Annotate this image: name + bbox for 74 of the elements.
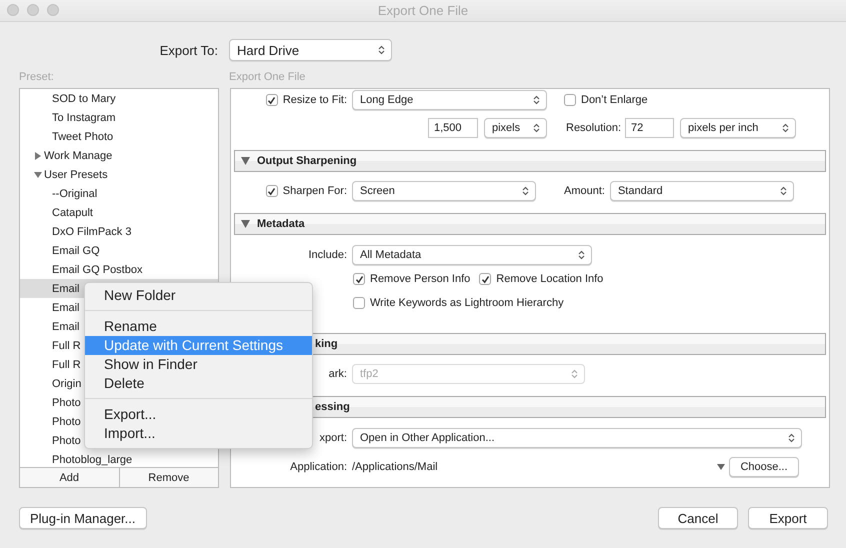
field-label: Amount: xyxy=(564,185,605,197)
chevron-updown-icon xyxy=(782,123,790,133)
dropdown-triangle-icon xyxy=(717,464,725,470)
field-label: Resolution: xyxy=(566,122,622,134)
dropdown[interactable]: Standard xyxy=(610,181,794,201)
preset-item[interactable]: Email GQ xyxy=(20,241,218,260)
menu-item[interactable]: Import... xyxy=(85,424,312,443)
choose-button[interactable]: Choose... xyxy=(729,457,799,477)
preset-item[interactable]: Photoblog_large xyxy=(20,450,218,467)
plugin-manager-button[interactable]: Plug-in Manager... xyxy=(19,507,147,529)
checkbox-label: Remove Location Info xyxy=(496,273,604,285)
menu-item[interactable]: Delete xyxy=(85,374,312,393)
chevron-updown-icon xyxy=(378,45,385,55)
checkbox-label: Remove Person Info xyxy=(370,273,470,285)
checkbox[interactable] xyxy=(353,273,365,285)
field-label: Application: xyxy=(290,461,347,473)
section-header[interactable]: Output Sharpening xyxy=(234,150,826,172)
menu-item[interactable]: Show in Finder xyxy=(85,355,312,374)
field-label: ark: xyxy=(328,368,347,380)
section-header[interactable]: Metadata xyxy=(234,213,826,235)
checkbox[interactable] xyxy=(479,273,492,285)
preset-item[interactable]: DxO FilmPack 3 xyxy=(20,222,218,241)
path-text: /Applications/Mail xyxy=(352,461,439,473)
preset-item[interactable]: To Instagram xyxy=(20,108,218,127)
preset-item[interactable]: Tweet Photo xyxy=(20,127,218,146)
checkbox[interactable] xyxy=(266,185,278,197)
chevron-updown-icon xyxy=(533,123,540,133)
disclosure-triangle-icon xyxy=(241,220,250,228)
dropdown[interactable]: Hard Drive xyxy=(229,39,392,61)
chevron-updown-icon xyxy=(522,186,529,196)
checkbox-label: Resize to Fit: xyxy=(282,94,347,106)
checkbox[interactable] xyxy=(266,94,278,106)
preset-item[interactable]: User Presets xyxy=(20,165,218,184)
dropdown[interactable]: Screen xyxy=(352,181,536,201)
preset-item[interactable]: --Original xyxy=(20,184,218,203)
input-field[interactable]: 72 xyxy=(625,118,674,138)
disclosure-triangle-icon xyxy=(34,152,42,160)
dropdown[interactable]: pixels xyxy=(484,118,547,138)
dropdown[interactable]: All Metadata xyxy=(352,245,592,265)
checkbox-label: Write Keywords as Lightroom Hierarchy xyxy=(370,297,564,309)
cancel-button[interactable]: Cancel xyxy=(658,507,738,529)
list-button[interactable]: Add xyxy=(20,468,118,487)
preset-item[interactable]: SOD to Mary xyxy=(20,89,218,108)
menu-item[interactable]: Rename xyxy=(85,317,312,336)
chevron-updown-icon xyxy=(780,186,787,196)
checkbox[interactable] xyxy=(353,297,365,309)
chevron-updown-icon xyxy=(578,250,585,260)
dropdown[interactable]: Long Edge xyxy=(352,90,547,110)
export-to-label: Export To: xyxy=(158,42,219,58)
menu-item[interactable]: New Folder xyxy=(85,286,312,305)
window-control[interactable] xyxy=(27,4,39,16)
field-label: Include: xyxy=(308,249,347,261)
disclosure-triangle-icon xyxy=(241,157,250,165)
preset-label: Preset: xyxy=(19,71,55,84)
preset-item[interactable]: Work Manage xyxy=(20,146,218,165)
disclosure-triangle-icon xyxy=(34,170,42,178)
checkbox-label: Sharpen For: xyxy=(282,185,347,197)
window-control[interactable] xyxy=(47,4,59,16)
checkbox-label: Don’t Enlarge xyxy=(581,94,648,106)
list-button[interactable]: Remove xyxy=(118,468,218,487)
field-label: xport: xyxy=(319,432,347,444)
dropdown[interactable]: Open in Other Application... xyxy=(352,428,802,448)
export-button[interactable]: Export xyxy=(748,507,828,529)
input-field[interactable]: 1,500 xyxy=(428,118,478,138)
window-control[interactable] xyxy=(7,4,19,16)
window-title: Export One File xyxy=(378,3,468,18)
panel-label: Export One File xyxy=(229,71,306,84)
preset-item[interactable]: Email GQ Postbox xyxy=(20,260,218,279)
chevron-updown-icon xyxy=(571,369,578,379)
dropdown[interactable]: pixels per inch xyxy=(680,118,796,138)
chevron-updown-icon xyxy=(533,95,540,105)
checkbox[interactable] xyxy=(564,94,576,106)
chevron-updown-icon xyxy=(788,433,795,443)
preset-item[interactable]: Catapult xyxy=(20,203,218,222)
